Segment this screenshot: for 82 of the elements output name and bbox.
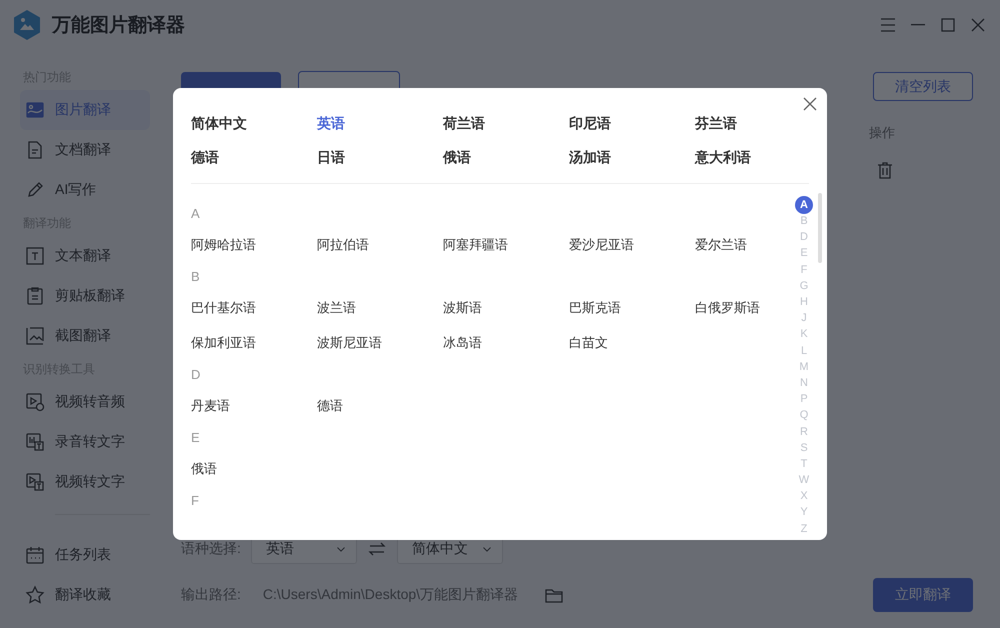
index-letter[interactable]: N	[795, 374, 813, 392]
language-option[interactable]: 德语	[317, 396, 343, 414]
language-option[interactable]: 阿拉伯语	[317, 236, 369, 254]
index-letter[interactable]: M	[795, 358, 813, 375]
index-letter[interactable]: W	[795, 472, 813, 488]
pencil-icon	[25, 180, 45, 200]
image-icon	[25, 100, 45, 120]
language-option[interactable]: 白俄罗斯语	[695, 298, 760, 316]
language-option[interactable]: 德语	[191, 149, 219, 167]
letter-heading: E	[191, 428, 201, 446]
sidebar-item[interactable]: 任务列表	[20, 535, 150, 575]
translate-button[interactable]: 立即翻译	[873, 578, 973, 612]
letter-heading: B	[191, 268, 201, 286]
sidebar-item[interactable]: 截图翻译	[20, 316, 150, 356]
index-letter[interactable]: X	[795, 488, 813, 504]
language-option[interactable]: 波斯尼亚语	[317, 334, 382, 352]
language-option[interactable]: 荷兰语	[443, 115, 485, 133]
sidebar-item[interactable]: 视频转音频	[20, 382, 150, 422]
calendar-icon	[25, 545, 45, 565]
video-text-icon	[25, 472, 45, 492]
language-option[interactable]: 印尼语	[569, 115, 611, 133]
sidebar-item[interactable]: 录音转文字	[20, 422, 150, 462]
app-title: 万能图片翻译器	[52, 14, 185, 38]
language-option[interactable]: 丹麦语	[191, 396, 230, 414]
index-letter[interactable]: R	[795, 423, 813, 440]
language-option[interactable]: 爱尔兰语	[695, 236, 747, 254]
recording-text-icon	[25, 432, 45, 452]
index-letter[interactable]: P	[795, 391, 813, 408]
letter-heading: F	[191, 492, 200, 510]
language-option[interactable]: 巴什基尔语	[191, 298, 256, 316]
index-letter[interactable]: J	[795, 310, 813, 326]
index-letter[interactable]: S	[795, 440, 813, 456]
language-option[interactable]: 芬兰语	[695, 115, 737, 133]
delete-icon	[875, 160, 895, 180]
star-icon	[25, 585, 45, 605]
video-audio-icon	[25, 392, 45, 412]
language-option[interactable]: 冰岛语	[443, 334, 482, 352]
language-option[interactable]: 俄语	[191, 460, 217, 478]
app-logo	[12, 9, 42, 41]
language-option[interactable]: 波兰语	[317, 298, 356, 316]
index-letter[interactable]: E	[795, 245, 813, 262]
language-option[interactable]: 白苗文	[569, 334, 608, 352]
screenshot-icon	[25, 326, 45, 346]
sidebar-item[interactable]: 图片翻译	[20, 90, 150, 130]
language-option[interactable]: 汤加语	[569, 149, 611, 167]
sidebar-item[interactable]: 剪贴板翻译	[20, 276, 150, 316]
language-option[interactable]: 俄语	[443, 149, 471, 167]
language-option[interactable]: 波斯语	[443, 298, 482, 316]
index-letter[interactable]: Q	[795, 407, 813, 424]
index-letter[interactable]: K	[795, 326, 813, 342]
index-letter[interactable]: T	[795, 456, 813, 472]
index-letter[interactable]: F	[795, 262, 813, 278]
scrollbar[interactable]	[818, 193, 822, 263]
index-letter[interactable]: H	[795, 294, 813, 310]
sidebar-item[interactable]: 文档翻译	[20, 130, 150, 170]
clear-list-button[interactable]: 清空列表	[873, 72, 973, 101]
sidebar-item[interactable]: 文本翻译	[20, 236, 150, 276]
sidebar-item[interactable]: AI写作	[20, 170, 150, 210]
sidebar-item[interactable]: 视频转文字	[20, 462, 150, 502]
sidebar-item[interactable]: 翻译收藏	[20, 575, 150, 615]
language-option[interactable]: 简体中文	[191, 115, 247, 133]
letter-heading: A	[191, 204, 201, 222]
index-letter[interactable]: Y	[795, 504, 813, 521]
language-option[interactable]: 爱沙尼亚语	[569, 236, 634, 254]
index-letter[interactable]: G	[795, 278, 813, 294]
text-icon	[25, 246, 45, 266]
index-letter[interactable]: B	[795, 213, 813, 230]
language-option[interactable]: 阿姆哈拉语	[191, 236, 256, 254]
index-letter[interactable]: Z	[795, 520, 813, 537]
index-letter[interactable]: L	[795, 342, 813, 359]
language-option[interactable]: 日语	[317, 149, 345, 167]
letter-heading: D	[191, 366, 202, 384]
language-option[interactable]: 英语	[317, 115, 345, 133]
close-icon[interactable]	[802, 96, 818, 112]
language-option[interactable]: 阿塞拜疆语	[443, 236, 508, 254]
minimize-icon	[911, 24, 925, 26]
index-letter[interactable]: A	[795, 196, 813, 214]
index-letter[interactable]: D	[795, 229, 813, 246]
clipboard-icon	[25, 286, 45, 306]
language-option[interactable]: 巴斯克语	[569, 298, 621, 316]
language-option[interactable]: 意大利语	[695, 149, 751, 167]
language-option[interactable]: 保加利亚语	[191, 334, 256, 352]
